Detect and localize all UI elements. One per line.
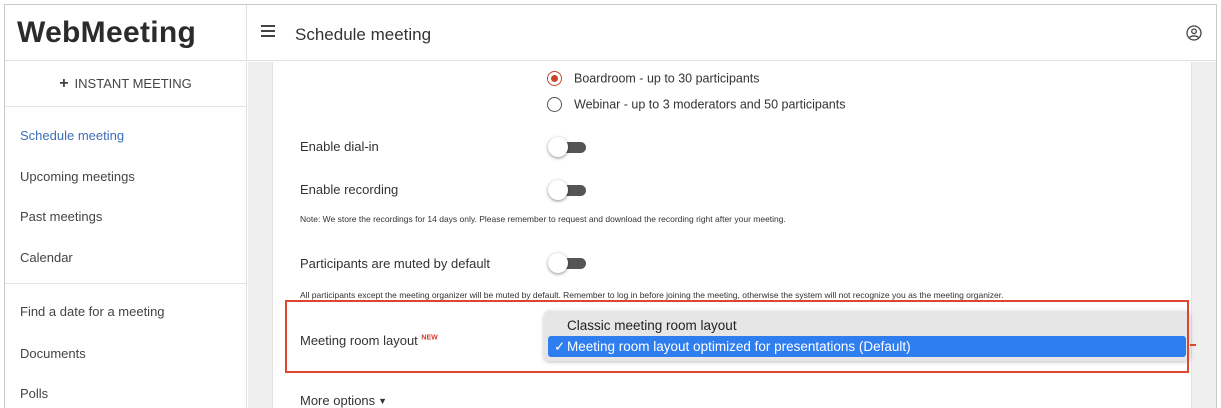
app-window: WebMeeting Schedule meeting + INSTANT MEE… <box>4 4 1217 408</box>
schedule-form-card: Boardroom - up to 30 participants Webina… <box>272 62 1196 408</box>
layout-dropdown-menu[interactable]: Classic meeting room layout ✓ Meeting roo… <box>544 311 1190 361</box>
account-circle-icon[interactable] <box>1186 25 1202 41</box>
recording-label: Enable recording <box>300 182 399 197</box>
top-bar: WebMeeting Schedule meeting <box>5 5 1216 61</box>
recording-toggle[interactable] <box>548 180 586 200</box>
new-badge: NEW <box>421 334 438 342</box>
select-underline <box>1190 344 1196 346</box>
more-options-toggle[interactable]: More options ▼ <box>300 393 387 408</box>
radio-label-boardroom: Boardroom - up to 30 participants <box>574 71 760 86</box>
more-options-label: More options <box>300 393 376 408</box>
recording-note: Note: We store the recordings for 14 day… <box>300 214 786 224</box>
instant-meeting-button[interactable]: + INSTANT MEETING <box>5 62 246 107</box>
radio-label-webinar: Webinar - up to 3 moderators and 50 part… <box>574 97 846 112</box>
layout-label: Meeting room layout NEW <box>300 333 438 348</box>
layout-option-presentations[interactable]: ✓ Meeting room layout optimized for prese… <box>548 336 1186 357</box>
sidebar-item-schedule-meeting[interactable]: Schedule meeting <box>20 128 124 143</box>
dial-in-label: Enable dial-in <box>300 139 379 154</box>
sidebar-item-upcoming-meetings[interactable]: Upcoming meetings <box>20 169 135 184</box>
brand-logo[interactable]: WebMeeting <box>5 5 247 61</box>
radio-option-boardroom[interactable]: Boardroom - up to 30 participants <box>547 71 760 87</box>
muted-note: All participants except the meeting orga… <box>300 290 1004 300</box>
caret-down-icon: ▼ <box>378 396 388 406</box>
main-content: Boardroom - up to 30 participants Webina… <box>248 62 1216 408</box>
sidebar-item-documents[interactable]: Documents <box>20 346 86 361</box>
muted-toggle[interactable] <box>548 253 586 273</box>
layout-option-presentations-label: Meeting room layout optimized for presen… <box>567 339 911 354</box>
page-title: Schedule meeting <box>295 25 432 44</box>
hamburger-menu-icon[interactable] <box>261 25 275 39</box>
sidebar-item-calendar[interactable]: Calendar <box>20 250 73 265</box>
layout-option-classic[interactable]: Classic meeting room layout <box>548 315 1186 336</box>
check-icon: ✓ <box>554 339 566 354</box>
radio-button-checked[interactable] <box>547 71 562 87</box>
instant-meeting-label: INSTANT MEETING <box>74 76 192 91</box>
sidebar-item-past-meetings[interactable]: Past meetings <box>20 209 102 224</box>
sidebar-item-find-a-date[interactable]: Find a date for a meeting <box>20 304 165 319</box>
radio-option-webinar[interactable]: Webinar - up to 3 moderators and 50 part… <box>547 97 846 113</box>
muted-label: Participants are muted by default <box>300 256 491 271</box>
sidebar-item-polls[interactable]: Polls <box>20 386 48 401</box>
sidebar-divider <box>5 283 246 284</box>
radio-button[interactable] <box>547 97 562 113</box>
layout-label-text: Meeting room layout <box>300 333 418 348</box>
sidebar: + INSTANT MEETING Schedule meeting Upcomi… <box>5 62 247 408</box>
dial-in-toggle[interactable] <box>548 137 586 157</box>
plus-icon: + <box>59 75 69 92</box>
